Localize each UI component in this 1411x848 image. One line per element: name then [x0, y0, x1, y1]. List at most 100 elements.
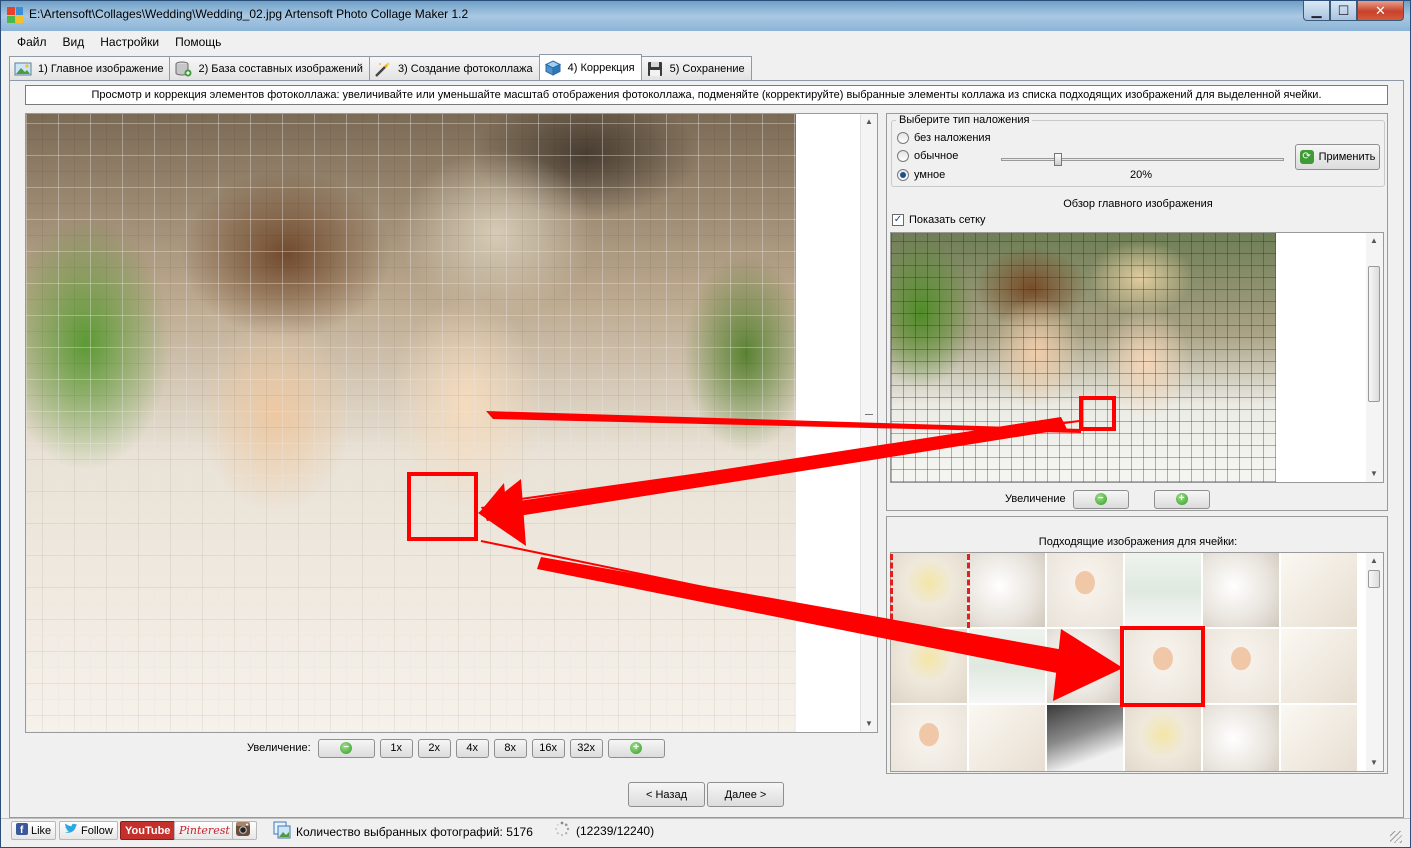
apply-label: Применить: [1318, 151, 1376, 163]
tab-label: 2) База составных изображений: [198, 62, 363, 75]
zoom-out-button[interactable]: −: [317, 738, 375, 758]
zoom-16x-button[interactable]: 16x: [531, 738, 565, 758]
overlay-slider-track[interactable]: [1001, 158, 1284, 161]
radio-smart-overlay[interactable]: умное: [897, 169, 945, 181]
tab-image-database[interactable]: 2) База составных изображений: [169, 56, 370, 80]
collage-viewer[interactable]: ▲ ▼: [25, 113, 878, 733]
database-icon: [174, 61, 192, 77]
facebook-icon: f: [16, 823, 28, 838]
app-icon: [7, 7, 23, 23]
tab-label: 4) Коррекция: [567, 61, 635, 74]
thumbnail-item[interactable]: [1281, 705, 1357, 771]
loading-spinner-icon: [554, 821, 570, 840]
radio-indicator: [897, 132, 909, 144]
like-label: Like: [31, 824, 52, 837]
twitter-icon: [64, 823, 78, 838]
radio-normal-overlay[interactable]: обычное: [897, 150, 958, 162]
zoom-4x-button[interactable]: 4x: [455, 738, 489, 758]
zoom-in-icon: +: [630, 742, 643, 754]
pinterest-icon: Pinterest: [179, 824, 230, 837]
thumbnail-item[interactable]: [1125, 553, 1201, 627]
show-grid-checkbox[interactable]: ✓ Показать сетку: [892, 214, 986, 226]
matching-vertical-scrollbar[interactable]: ▲ ▼: [1366, 553, 1383, 771]
resize-grip-icon[interactable]: [1390, 831, 1402, 843]
tab-main-image[interactable]: 1) Главное изображение: [9, 56, 171, 80]
preview-title: Обзор главного изображения: [1063, 198, 1213, 210]
collage-zoom-toolbar: Увеличение: − 1x 2x 4x 8x 16x 32x +: [247, 738, 670, 758]
scroll-thumb[interactable]: [1368, 266, 1380, 402]
close-button[interactable]: ✕: [1357, 1, 1404, 21]
thumbnail-item[interactable]: [1203, 553, 1279, 627]
collage-mosaic-image[interactable]: [26, 114, 796, 732]
checkbox-label: Показать сетку: [909, 214, 986, 226]
thumbnail-item[interactable]: [969, 553, 1045, 627]
thumbnail-item[interactable]: [1281, 629, 1357, 703]
scroll-grip[interactable]: [865, 414, 873, 424]
instagram-button[interactable]: [232, 821, 257, 840]
twitter-follow-button[interactable]: Follow: [59, 821, 118, 840]
preview-zoom-out-button[interactable]: −: [1072, 489, 1129, 509]
window-title: E:\Artensoft\Collages\Wedding\Wedding_02…: [29, 7, 469, 21]
highlighted-preview-cell: [1079, 396, 1116, 431]
apply-button[interactable]: ⟳ Применить: [1295, 144, 1380, 170]
radio-no-overlay[interactable]: без наложения: [897, 132, 991, 144]
thumbnail-item[interactable]: [969, 705, 1045, 771]
menu-help[interactable]: Помощь: [167, 32, 229, 54]
progress-text: (12239/12240): [576, 823, 655, 838]
thumbnail-item[interactable]: [1203, 705, 1279, 771]
zoom-in-icon: +: [1175, 493, 1188, 505]
photo-count-icon: [273, 821, 291, 842]
zoom-in-button[interactable]: +: [607, 738, 665, 758]
next-button[interactable]: Далее >: [707, 782, 784, 807]
tab-save[interactable]: 5) Сохранение: [640, 56, 752, 80]
minimize-button[interactable]: ▁: [1303, 1, 1330, 21]
scroll-down-icon[interactable]: ▼: [1366, 466, 1382, 482]
menu-bar: Файл Вид Настройки Помощь: [9, 32, 229, 54]
maximize-button[interactable]: ☐: [1330, 1, 1357, 21]
thumbnail-item[interactable]: [1203, 629, 1279, 703]
tab-label: 1) Главное изображение: [38, 62, 164, 75]
back-button[interactable]: < Назад: [628, 782, 705, 807]
thumbnail-item[interactable]: [1047, 629, 1123, 703]
tab-create-collage[interactable]: 3) Создание фотоколлажа: [368, 56, 540, 80]
thumbnail-item[interactable]: [1047, 705, 1123, 771]
thumbnail-item[interactable]: [969, 629, 1045, 703]
zoom-8x-button[interactable]: 8x: [493, 738, 527, 758]
main-image-preview[interactable]: ▲ ▼: [890, 232, 1384, 483]
scroll-up-icon[interactable]: ▲: [861, 114, 877, 130]
progress-status: (12239/12240): [554, 821, 654, 840]
zoom-1x-button[interactable]: 1x: [379, 738, 413, 758]
thumbnail-item[interactable]: [1047, 553, 1123, 627]
scroll-down-icon[interactable]: ▼: [1366, 755, 1382, 771]
tab-correction[interactable]: 4) Коррекция: [538, 54, 642, 80]
thumbnail-item[interactable]: [1281, 553, 1357, 627]
preview-zoom-in-button[interactable]: +: [1153, 489, 1210, 509]
preview-zoom-label: Увеличение: [1005, 493, 1066, 505]
scroll-up-icon[interactable]: ▲: [1366, 553, 1382, 569]
scroll-thumb[interactable]: [1368, 570, 1380, 588]
title-bar[interactable]: E:\Artensoft\Collages\Wedding\Wedding_02…: [1, 1, 1410, 31]
thumbnail-item[interactable]: [891, 629, 967, 703]
zoom-2x-button[interactable]: 2x: [417, 738, 451, 758]
zoom-32x-button[interactable]: 32x: [569, 738, 603, 758]
menu-file[interactable]: Файл: [9, 32, 55, 54]
zoom-out-icon: −: [340, 742, 353, 754]
instagram-icon: [235, 821, 251, 840]
scroll-up-icon[interactable]: ▲: [1366, 233, 1382, 249]
youtube-icon: YouTube: [125, 824, 171, 837]
overlay-slider-thumb[interactable]: [1053, 153, 1062, 166]
overlay-group-title: Выберите тип наложения: [896, 114, 1033, 126]
collage-vertical-scrollbar[interactable]: ▲ ▼: [860, 114, 877, 732]
menu-settings[interactable]: Настройки: [92, 32, 167, 54]
thumbnail-item[interactable]: [1125, 705, 1201, 771]
thumbnail-item[interactable]: [891, 705, 967, 771]
menu-view[interactable]: Вид: [55, 32, 93, 54]
pinterest-button[interactable]: Pinterest: [174, 821, 235, 840]
preview-vertical-scrollbar[interactable]: ▲ ▼: [1366, 233, 1383, 482]
preview-image-with-grid[interactable]: [891, 233, 1276, 482]
scroll-down-icon[interactable]: ▼: [861, 716, 877, 732]
facebook-like-button[interactable]: f Like: [11, 821, 57, 840]
tab-label: 3) Создание фотоколлажа: [397, 62, 533, 75]
preview-zoom-toolbar: Увеличение − +: [1005, 489, 1215, 509]
youtube-button[interactable]: YouTube: [120, 821, 176, 840]
